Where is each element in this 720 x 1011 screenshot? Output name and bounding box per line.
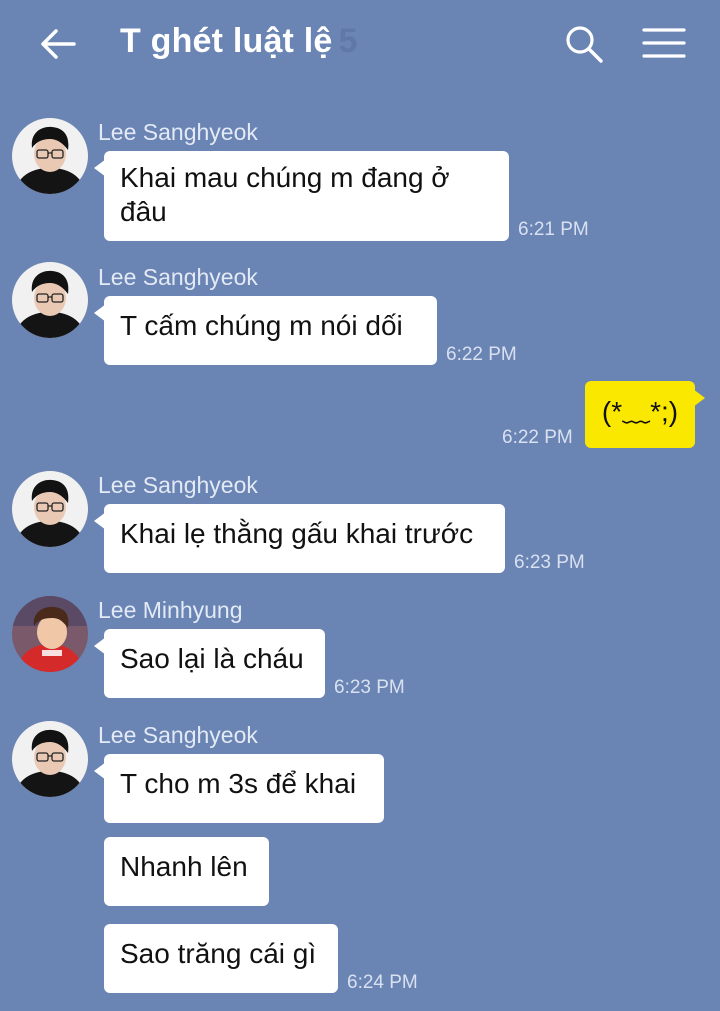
avatar[interactable] bbox=[12, 262, 88, 338]
sender-name: Lee Minhyung bbox=[98, 597, 243, 623]
chat-title[interactable]: T ghét luật lệ 5 bbox=[120, 22, 358, 61]
chat-header: T ghét luật lệ 5 bbox=[0, 0, 720, 86]
avatar[interactable] bbox=[12, 721, 88, 797]
message-text: Khai lẹ thằng gấu khai trước bbox=[120, 518, 474, 549]
sender-name: Lee Sanghyeok bbox=[98, 722, 258, 748]
message-bubble[interactable]: Khai lẹ thằng gấu khai trước bbox=[94, 504, 505, 573]
message-timestamp: 6:24 PM bbox=[347, 972, 418, 993]
message-text-line: đâu bbox=[120, 196, 167, 227]
message-text: Sao lại là cháu bbox=[120, 643, 304, 674]
message-timestamp: 6:23 PM bbox=[334, 677, 405, 698]
my-message-bubble[interactable]: (*﹏*;) bbox=[585, 381, 705, 448]
message-bubble[interactable]: T cấm chúng m nói dối bbox=[94, 296, 437, 365]
message-bubble[interactable]: T cho m 3s để khai bbox=[94, 754, 384, 823]
message-bubble[interactable]: Sao lại là cháu bbox=[94, 629, 325, 698]
message-bubble[interactable]: Nhanh lên bbox=[104, 837, 269, 906]
avatar[interactable] bbox=[12, 471, 88, 547]
message-bubble[interactable]: Khai mau chúng m đang ở đâu bbox=[94, 151, 509, 241]
message-timestamp: 6:22 PM bbox=[502, 427, 573, 448]
message-text: Nhanh lên bbox=[120, 851, 248, 882]
sender-name: Lee Sanghyeok bbox=[98, 119, 258, 145]
message-text: Sao trăng cái gì bbox=[120, 938, 317, 969]
sender-name: Lee Sanghyeok bbox=[98, 472, 258, 498]
message-text: (*﹏*;) bbox=[601, 396, 679, 427]
message-text-line: Khai mau chúng m đang ở bbox=[120, 162, 450, 193]
chat-title-text: T ghét luật lệ bbox=[120, 22, 333, 60]
message-timestamp: 6:23 PM bbox=[514, 552, 585, 573]
hamburger-menu-icon[interactable] bbox=[640, 22, 688, 66]
sender-name: Lee Sanghyeok bbox=[98, 264, 258, 290]
message-text: T cấm chúng m nói dối bbox=[120, 310, 403, 341]
message-timestamp: 6:21 PM bbox=[518, 219, 589, 240]
member-count: 5 bbox=[338, 22, 358, 60]
search-icon[interactable] bbox=[562, 22, 606, 66]
avatar[interactable] bbox=[12, 596, 88, 672]
message-bubble[interactable]: Sao trăng cái gì bbox=[104, 924, 338, 993]
message-timestamp: 6:22 PM bbox=[446, 344, 517, 365]
avatar[interactable] bbox=[12, 118, 88, 194]
back-arrow-icon[interactable] bbox=[36, 22, 80, 66]
message-text: T cho m 3s để khai bbox=[120, 768, 357, 799]
